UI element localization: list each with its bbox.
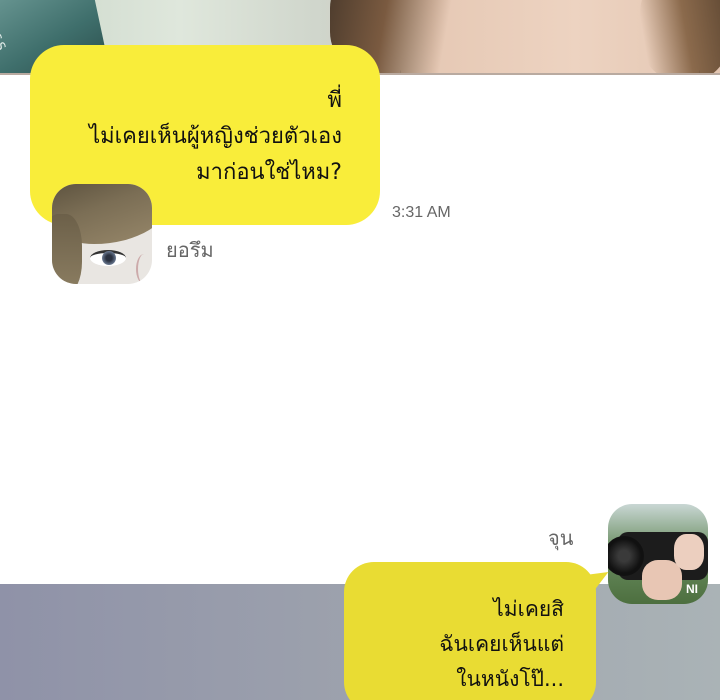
message-line: ไม่เคยเห็นผู้หญิงช่วยตัวเอง: [89, 124, 342, 149]
bubble-tail: [350, 74, 388, 114]
avatar-hair-side: [52, 214, 82, 284]
face-outline: [400, 30, 700, 75]
bottle-label: NESS: [0, 12, 10, 55]
hand-illustration: [674, 534, 704, 570]
message-line: ในหนังโป๊...: [456, 667, 564, 691]
speech-bubble-2: ไม่เคยสิ ฉันเคยเห็นแต่ ในหนังโป๊...: [344, 562, 614, 700]
hand-illustration: [642, 560, 682, 600]
sender-name: จุน: [548, 526, 574, 550]
avatar-iris: [102, 251, 116, 265]
avatar[interactable]: NI: [608, 504, 708, 604]
sender-name: ยอรึม: [166, 238, 214, 262]
message-line: ไม่เคยสิ: [493, 597, 564, 621]
avatar[interactable]: [52, 184, 152, 284]
message-line: ฉันเคยเห็นแต่: [439, 632, 564, 656]
avatar-nose: [136, 254, 152, 284]
message-timestamp: 3:31 AM: [392, 204, 451, 221]
message-line: พี่: [327, 88, 342, 113]
camera-brand-text: NI: [686, 582, 698, 596]
